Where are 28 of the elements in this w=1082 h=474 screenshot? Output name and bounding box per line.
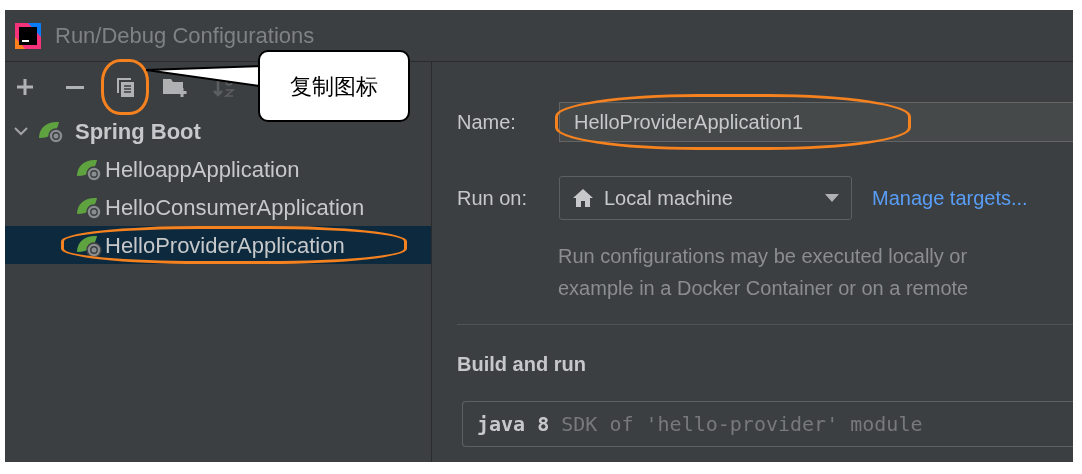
callout-text: 复制图标 xyxy=(290,72,378,101)
tree-item[interactable]: HelloConsumerApplication xyxy=(5,188,431,226)
sdk-field[interactable]: java 8 SDK of 'hello-provider' module xyxy=(462,401,1073,447)
group-label: Spring Boot xyxy=(75,117,201,146)
item-label: HelloProviderApplication xyxy=(105,231,345,260)
run-on-label: Run on: xyxy=(457,186,529,211)
caret-icon xyxy=(825,193,839,203)
name-label: Name: xyxy=(457,110,517,135)
name-field[interactable]: HelloProviderApplication1 xyxy=(559,102,1073,142)
sdk-value: java 8 xyxy=(477,411,550,438)
section-title: Build and run xyxy=(457,352,587,377)
hint-text: Run configurations may be executed locally or xyxy=(558,244,969,269)
item-label: HelloappApplication xyxy=(105,155,300,184)
manage-targets-link[interactable]: Manage targets... xyxy=(872,183,1028,213)
hint-text: example in a Docker Container or on a remote xyxy=(558,276,970,301)
sdk-hint: SDK of 'hello-provider' module xyxy=(561,411,923,438)
folder-add-icon xyxy=(162,76,188,98)
copy-icon xyxy=(114,76,136,98)
tree-item[interactable]: HelloProviderApplication xyxy=(5,226,431,264)
home-icon xyxy=(572,188,594,208)
minus-icon xyxy=(66,85,84,89)
tree-item[interactable]: HelloappApplication xyxy=(5,150,431,188)
item-label: HelloConsumerApplication xyxy=(105,193,365,222)
window-title: Run/Debug Configurations xyxy=(55,22,315,50)
plus-icon xyxy=(15,77,35,97)
tree-group-row[interactable]: Spring Boot xyxy=(5,112,431,150)
app-logo-icon xyxy=(13,20,43,51)
target-dropdown[interactable]: Local machine xyxy=(559,176,852,220)
